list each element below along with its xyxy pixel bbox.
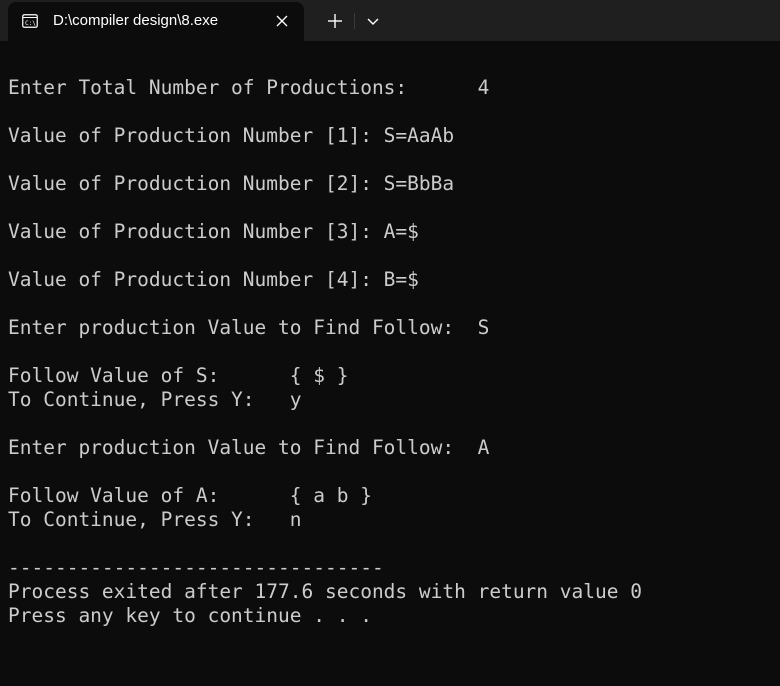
console-line: To Continue, Press Y: n xyxy=(8,508,302,531)
console-line: Value of Production Number [3]: A=$ xyxy=(8,220,419,243)
console-line: Value of Production Number [4]: B=$ xyxy=(8,268,419,291)
console-line: Follow Value of S: { $ } xyxy=(8,364,349,387)
console-line: Press any key to continue . . . xyxy=(8,604,372,627)
console-app-icon: C:\ xyxy=(22,14,38,28)
chevron-down-icon[interactable] xyxy=(358,6,388,36)
console-output[interactable]: Enter Total Number of Productions: 4 Valu… xyxy=(8,76,772,676)
titlebar-divider xyxy=(354,13,355,29)
console-line: To Continue, Press Y: y xyxy=(8,388,302,411)
tab-title: D:\compiler design\8.exe xyxy=(53,12,219,29)
plus-icon[interactable] xyxy=(320,6,350,36)
svg-text:C:\: C:\ xyxy=(25,20,36,27)
console-line: Value of Production Number [1]: S=AaAb xyxy=(8,124,455,147)
console-line: Enter Total Number of Productions: 4 xyxy=(8,76,490,99)
terminal-window: C:\ D:\compiler design\8.exe Enter Total… xyxy=(0,0,780,686)
console-line: -------------------------------- xyxy=(8,556,384,579)
title-bar: C:\ D:\compiler design\8.exe xyxy=(0,0,780,41)
close-icon[interactable] xyxy=(274,13,290,29)
console-line: Process exited after 177.6 seconds with … xyxy=(8,580,642,603)
console-line: Value of Production Number [2]: S=BbBa xyxy=(8,172,455,195)
console-line: Enter production Value to Find Follow: S xyxy=(8,316,490,339)
terminal-tab[interactable]: C:\ D:\compiler design\8.exe xyxy=(8,2,304,41)
console-line: Follow Value of A: { a b } xyxy=(8,484,372,507)
console-line: Enter production Value to Find Follow: A xyxy=(8,436,490,459)
